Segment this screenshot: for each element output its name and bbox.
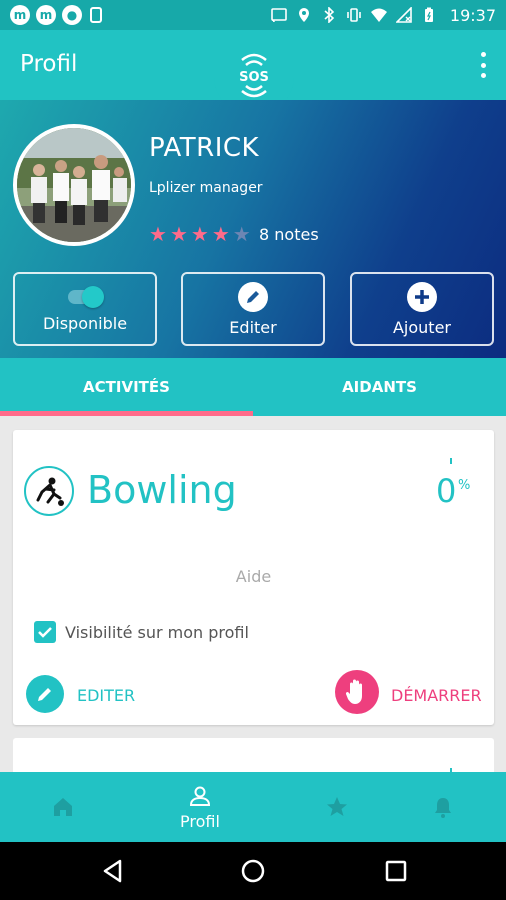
nav-profil-label: Profil: [180, 811, 220, 831]
star-filled-icon: ★: [190, 222, 209, 246]
profile-role: Lplizer manager: [149, 180, 263, 196]
available-toggle-button[interactable]: Disponible: [13, 272, 157, 346]
visibility-label[interactable]: Visibilité sur mon profil: [65, 623, 249, 642]
available-switch[interactable]: [66, 285, 104, 308]
progress-ring: [450, 458, 452, 464]
status-bar: m m ● 19:37: [0, 0, 506, 30]
star-filled-icon: ★: [169, 222, 188, 246]
rating-stars[interactable]: ★ ★ ★ ★ ★: [149, 224, 251, 244]
home-icon: [54, 798, 72, 816]
home-circle-icon[interactable]: [240, 858, 266, 884]
nav-home[interactable]: [38, 772, 88, 842]
page-title: Profil: [20, 51, 78, 77]
circle-app-icon: ●: [62, 5, 82, 25]
star-icon: [327, 797, 347, 816]
plus-icon: [407, 281, 437, 312]
avatar-photo: [17, 128, 131, 242]
recents-icon[interactable]: [383, 858, 409, 884]
edit-activity-icon[interactable]: [26, 675, 64, 713]
wifi-icon: [370, 8, 387, 22]
back-icon[interactable]: [100, 858, 126, 884]
cast-icon: [271, 8, 287, 23]
start-activity-button[interactable]: DÉMARRER: [391, 686, 482, 705]
available-label: Disponible: [42, 313, 128, 333]
add-label: Ajouter: [392, 317, 451, 337]
more-vert-icon[interactable]: [478, 52, 488, 78]
check-icon: [38, 627, 52, 638]
messenger-icon: m: [10, 5, 30, 25]
activity-card: Bowling 0 % Aide Visibilité sur mon prof…: [13, 430, 494, 725]
sos-label: SOS: [239, 70, 269, 85]
profile-name: PATRICK: [149, 133, 260, 163]
battery-icon: [424, 7, 433, 22]
phone-icon: [90, 7, 102, 23]
bell-icon: [435, 798, 451, 818]
visibility-checkbox[interactable]: [34, 621, 56, 643]
vibrate-icon: [347, 8, 361, 22]
rating-count: 8 notes: [259, 225, 319, 244]
raised-hand-icon[interactable]: [335, 670, 379, 714]
bluetooth-icon: [324, 7, 335, 23]
nav-profil[interactable]: Profil: [165, 772, 235, 842]
percent-sign: %: [458, 478, 471, 493]
sos-icon: SOS: [239, 53, 269, 98]
pencil-icon: [238, 281, 268, 312]
bowling-icon: [24, 466, 74, 516]
system-nav-bar: [0, 842, 506, 900]
person-icon: [189, 786, 211, 806]
avatar[interactable]: [13, 124, 135, 246]
star-empty-icon: ★: [232, 222, 251, 246]
nav-notifications[interactable]: [418, 772, 468, 842]
tab-bar: ACTIVITÉS AIDANTS: [0, 358, 506, 416]
activity-role: Aide: [235, 567, 272, 586]
bottom-nav: Profil: [0, 772, 506, 842]
signal-off-icon: [395, 7, 412, 23]
add-button[interactable]: Ajouter: [350, 272, 494, 346]
tab-aidants[interactable]: AIDANTS: [253, 358, 506, 416]
messenger-icon: m: [36, 5, 56, 25]
star-filled-icon: ★: [149, 222, 167, 246]
edit-label: Editer: [229, 317, 277, 337]
profile-header: PATRICK Lplizer manager ★ ★ ★ ★ ★ 8 notes Di…: [0, 100, 506, 358]
edit-activity-button[interactable]: EDITER: [77, 686, 135, 705]
tab-activites[interactable]: ACTIVITÉS: [0, 358, 253, 416]
star-filled-icon: ★: [211, 222, 230, 246]
edit-profile-button[interactable]: Editer: [181, 272, 325, 346]
activity-name: Bowling: [87, 468, 237, 512]
clock: 19:37: [449, 5, 496, 25]
activity-percent: 0: [436, 472, 457, 510]
nav-favorites[interactable]: [312, 772, 362, 842]
location-icon: [298, 8, 309, 22]
